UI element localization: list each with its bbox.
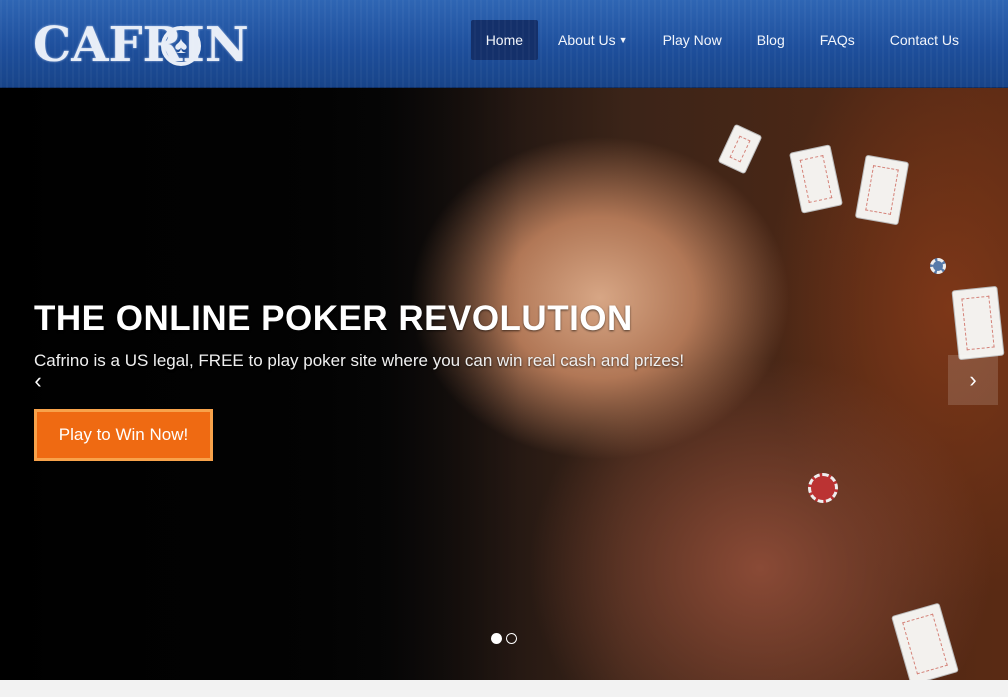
nav-item-home[interactable]: Home: [470, 20, 539, 60]
poker-chip-image: [930, 258, 946, 274]
nav-label-home: Home: [485, 32, 524, 48]
nav-item-blog[interactable]: Blog: [742, 20, 800, 60]
nav-item-faqs[interactable]: FAQs: [805, 20, 870, 60]
playing-card-image: [717, 123, 763, 175]
site-header: CAFRIN ♠ Home About Us ▼ Play Now Blog F…: [0, 0, 1008, 88]
chevron-down-icon: ▼: [618, 35, 628, 45]
nav-item-play-now[interactable]: Play Now: [648, 20, 737, 60]
nav-label-contact-us: Contact Us: [889, 32, 959, 48]
poker-chip-image: [808, 473, 838, 503]
play-to-win-button[interactable]: Play to Win Now!: [34, 409, 213, 461]
nav-label-blog: Blog: [756, 32, 785, 48]
hero-overlay: [0, 88, 520, 680]
nav-label-faqs: FAQs: [819, 32, 855, 48]
playing-card-image: [854, 154, 910, 226]
carousel-dot-2[interactable]: [506, 633, 517, 644]
page-footer-strip: [0, 680, 1008, 697]
nav-item-about-us[interactable]: About Us ▼: [543, 20, 643, 60]
logo-text: CAFRIN: [33, 17, 249, 73]
playing-card-image: [789, 144, 843, 214]
hero-carousel: THE ONLINE POKER REVOLUTION Cafrino is a…: [0, 88, 1008, 680]
carousel-indicators: [491, 633, 521, 644]
carousel-dot-1[interactable]: [491, 633, 502, 644]
site-logo[interactable]: CAFRIN ♠: [33, 14, 249, 76]
nav-item-contact-us[interactable]: Contact Us: [875, 20, 974, 60]
hero-title: THE ONLINE POKER REVOLUTION: [34, 299, 633, 338]
spade-icon: ♠: [161, 26, 201, 66]
main-nav: Home About Us ▼ Play Now Blog FAQs Conta…: [466, 20, 974, 60]
nav-label-about-us: About Us: [558, 32, 616, 48]
hero-subtitle: Cafrino is a US legal, FREE to play poke…: [34, 351, 685, 370]
chevron-left-icon[interactable]: ‹: [28, 368, 48, 394]
nav-label-play-now: Play Now: [662, 32, 722, 48]
playing-card-image: [951, 285, 1005, 361]
playing-card-image: [891, 602, 959, 680]
chevron-right-icon[interactable]: ›: [948, 355, 998, 405]
